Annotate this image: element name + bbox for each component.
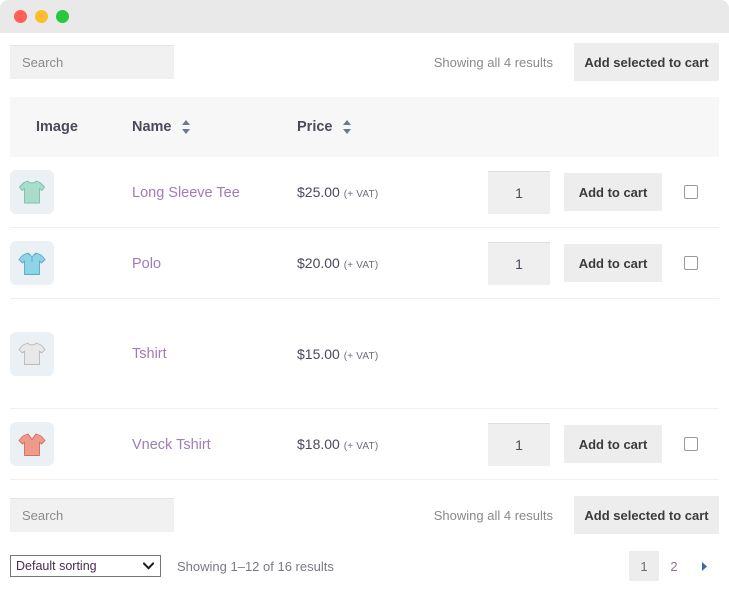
cell-name: Long Sleeve Tee [132,157,297,228]
browser-window: Showing all 4 results Add selected to ca… [0,0,729,600]
cell-price: $15.00 (+ VAT) [297,299,442,409]
tshirt-thumbnail[interactable] [10,331,54,376]
table-row: Vneck Tshirt $18.00 (+ VAT) Add to cart [10,409,719,480]
price-tax-note: (+ VAT) [343,189,379,200]
window-close-button[interactable] [14,10,27,23]
cell-actions: Choose an optionChoose an optionbluegree… [442,299,719,409]
results-count-bottom: Showing all 4 results [433,507,553,523]
sort-order-select[interactable]: Default sorting [10,555,161,577]
column-header-price-label: Price [297,119,333,135]
cell-name: Polo [132,228,297,299]
pagination: 12 [629,551,719,581]
column-header-name-label: Name [132,119,172,135]
window-minimize-button[interactable] [35,10,48,23]
row-select-checkbox[interactable] [684,437,698,451]
cell-image [10,299,132,409]
add-to-cart-button[interactable]: Add to cart [564,425,662,463]
chevron-right-icon[interactable] [689,551,719,581]
long-sleeve-tee-thumbnail[interactable] [10,170,54,214]
add-to-cart-button[interactable]: Add to cart [564,244,662,282]
cell-price: $18.00 (+ VAT) [297,409,442,480]
result-count-label: Showing 1–12 of 16 results [177,558,334,574]
table-row: Long Sleeve Tee $25.00 (+ VAT) Add to cart [10,157,719,228]
price-amount: $25.00 [297,184,340,200]
sort-arrows-name-icon[interactable] [181,120,191,135]
cell-name: Vneck Tshirt [132,409,297,480]
column-header-price[interactable]: Price [297,97,442,157]
window-maximize-button[interactable] [56,10,69,23]
cell-image [10,157,132,228]
product-table-body: Long Sleeve Tee $25.00 (+ VAT) Add to cart… [10,157,719,480]
page-link-1[interactable]: 1 [629,551,659,581]
sort-arrows-price-icon[interactable] [342,120,352,135]
cell-image [10,228,132,299]
row-actions: Add to cart [442,422,719,466]
results-count-top: Showing all 4 results [433,54,553,70]
row-select-checkbox[interactable] [684,185,698,199]
column-header-actions [442,97,719,157]
product-table-head: Image Name Price [10,97,719,157]
cell-name: Tshirt [132,299,297,409]
price-amount: $20.00 [297,255,340,271]
chevron-down-icon [142,556,155,576]
page-link-2[interactable]: 2 [659,551,689,581]
price-tax-note: (+ VAT) [343,260,379,271]
column-header-name[interactable]: Name [132,97,297,157]
top-toolbar: Showing all 4 results Add selected to ca… [10,43,719,81]
row-actions: Add to cart [442,170,719,214]
price-tax-note: (+ VAT) [343,350,379,362]
product-name-link[interactable]: Tshirt [132,346,167,362]
window-titlebar [0,0,729,33]
table-row: Polo $20.00 (+ VAT) Add to cart [10,228,719,299]
cell-image [10,409,132,480]
quantity-input[interactable] [488,422,550,466]
cell-actions: Add to cart [442,228,719,299]
quantity-input[interactable] [488,170,550,214]
add-selected-to-cart-button-bottom[interactable]: Add selected to cart [574,496,719,534]
bottom-toolbar: Showing all 4 results Add selected to ca… [10,496,719,534]
product-name-link[interactable]: Polo [132,256,161,272]
price-amount: $18.00 [297,436,340,452]
row-select-checkbox[interactable] [684,256,698,270]
product-table: Image Name Price Long Sleeve Tee $25.00 … [10,97,719,480]
search-input-bottom[interactable] [10,498,174,532]
product-name-link[interactable]: Long Sleeve Tee [132,185,240,201]
row-actions: Add to cart [442,241,719,285]
column-header-image: Image [10,97,132,157]
table-row: Tshirt$15.00 (+ VAT)Choose an optionChoo… [10,299,719,409]
column-header-image-label: Image [36,119,78,135]
cell-actions: Add to cart [442,157,719,228]
add-selected-to-cart-button-top[interactable]: Add selected to cart [574,43,719,81]
sort-order-selected-value: Default sorting [16,559,97,573]
product-name-link[interactable]: Vneck Tshirt [132,437,211,453]
cell-price: $25.00 (+ VAT) [297,157,442,228]
search-input-top[interactable] [10,45,174,79]
table-header-row: Image Name Price [10,97,719,157]
polo-thumbnail[interactable] [10,241,54,285]
vneck-tshirt-thumbnail[interactable] [10,422,54,466]
quantity-input[interactable] [488,241,550,285]
footer-row: Default sorting Showing 1–12 of 16 resul… [10,551,719,581]
cell-price: $20.00 (+ VAT) [297,228,442,299]
add-to-cart-button[interactable]: Add to cart [564,173,662,211]
price-amount: $15.00 [297,345,340,362]
cell-actions: Add to cart [442,409,719,480]
page-content: Showing all 4 results Add selected to ca… [0,43,729,581]
price-tax-note: (+ VAT) [343,441,379,452]
